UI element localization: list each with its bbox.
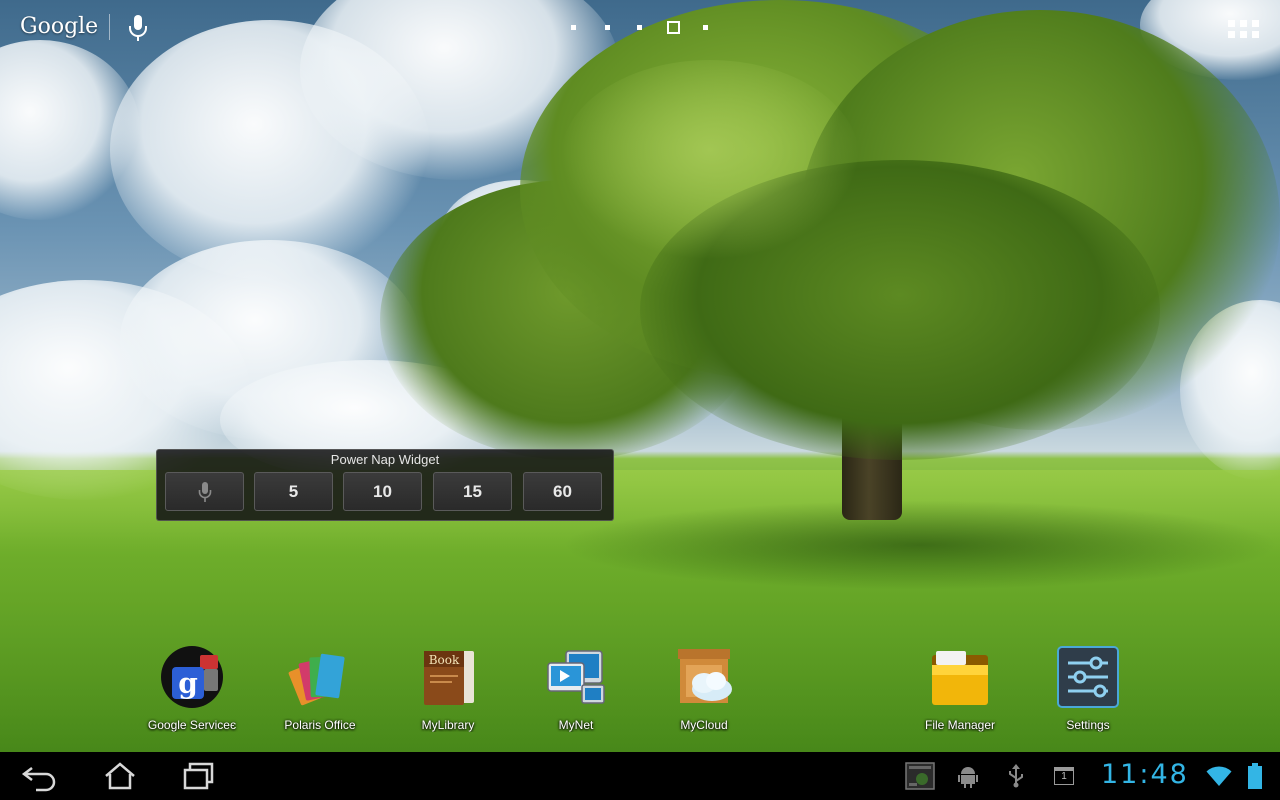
nap-5-button[interactable]: 5 [254,472,333,511]
battery-icon[interactable] [1248,763,1262,789]
app-polaris-office[interactable]: Polaris Office [265,645,375,737]
usb-debugging-icon[interactable] [957,764,979,788]
app-mylibrary[interactable]: Book MyLibrary [393,645,503,737]
file-manager-icon [932,651,988,705]
usb-connected-icon[interactable] [1007,764,1025,788]
app-label: Polaris Office [284,718,356,732]
nap-15-button[interactable]: 15 [433,472,512,511]
mynet-icon [547,650,605,704]
app-label: MyLibrary [421,718,475,732]
app-settings[interactable]: Settings [1033,645,1143,737]
search-divider [109,14,110,40]
nap-60-button[interactable]: 60 [523,472,602,511]
app-google-services[interactable]: g Google Serviceє [137,645,247,737]
back-button[interactable] [18,760,62,792]
widget-title: Power Nap Widget [330,452,440,467]
app-label: Google Serviceє [147,718,237,732]
microphone-icon [198,481,211,502]
google-search-label[interactable]: Google [20,14,98,39]
wifi-icon[interactable] [1206,765,1232,787]
wallpaper [0,0,1280,752]
app-label: MyCloud [680,718,728,732]
notification-count-badge[interactable]: 1 [1054,767,1074,785]
voice-search-icon[interactable] [127,14,149,42]
page-dot [571,25,576,30]
mylibrary-icon: Book [424,651,474,705]
mycloud-icon [678,649,732,703]
svg-text:Book: Book [429,653,460,667]
app-mycloud[interactable]: MyCloud [649,645,759,737]
power-nap-widget: Power Nap Widget 5 10 15 60 [156,449,614,521]
app-mynet[interactable]: MyNet [521,645,631,737]
recent-apps-button[interactable] [178,760,222,792]
app-label: MyNet [558,718,594,732]
system-bar: 1 11:48 [0,752,1280,800]
app-file-manager[interactable]: File Manager [905,645,1015,737]
app-label: Settings [1066,718,1110,732]
nap-voice-button[interactable] [165,472,244,511]
screenshot-notification-icon[interactable] [905,762,935,790]
page-dot [637,25,642,30]
clock[interactable]: 11:48 [1101,759,1189,790]
page-dot-current [667,21,680,34]
svg-text:g: g [178,667,198,700]
app-label: File Manager [924,718,996,732]
google-services-icon: g [161,646,223,708]
page-dot [605,25,610,30]
settings-icon [1057,646,1119,708]
polaris-office-icon [288,653,345,706]
nap-10-button[interactable]: 10 [343,472,422,511]
all-apps-icon[interactable] [1228,16,1260,40]
page-dot [703,25,708,30]
home-button[interactable] [98,760,142,792]
